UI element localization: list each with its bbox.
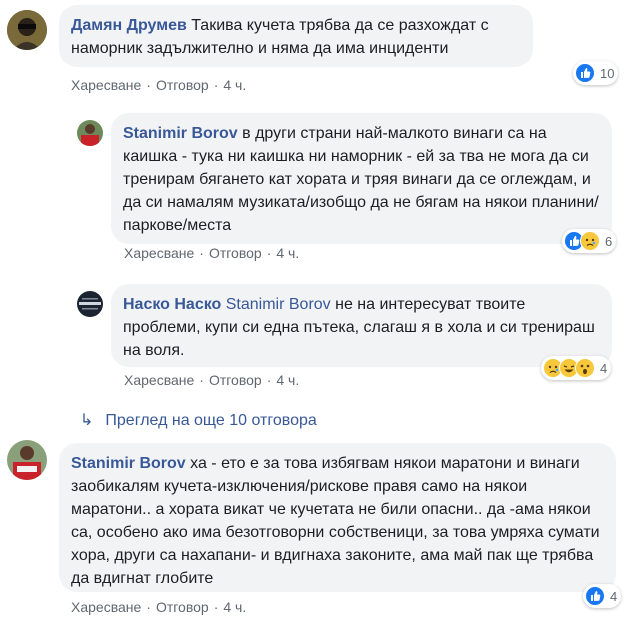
comment-bubble: Дамян Друмев Такива кучета трябва да се … — [59, 5, 533, 67]
like-link[interactable]: Харесване — [124, 245, 194, 261]
reaction-summary[interactable]: 10 — [573, 61, 619, 85]
comment-time[interactable]: 4 ч. — [223, 77, 246, 93]
reply-link[interactable]: Отговор — [156, 599, 209, 615]
reply-arrow-icon: ↳ — [80, 412, 94, 429]
avatar[interactable] — [7, 10, 47, 50]
wow-icon — [575, 358, 595, 378]
comment-author[interactable]: Дамян Друмев — [71, 17, 187, 34]
reply-bubble: Наско Наско Stanimir Borov не на интерес… — [111, 284, 612, 367]
reply-bubble: Stanimir Borov в други страни най-малкот… — [111, 113, 612, 244]
avatar[interactable] — [77, 291, 103, 317]
comment-time[interactable]: 4 ч. — [276, 372, 299, 388]
reaction-count: 4 — [610, 588, 618, 604]
reply-link[interactable]: Отговор — [156, 77, 209, 93]
comment-actions: Харесване · Отговор · 4 ч. — [124, 372, 300, 388]
reaction-summary[interactable]: 6 — [562, 229, 617, 253]
reaction-count: 6 — [605, 233, 613, 249]
sad-icon — [580, 231, 600, 251]
avatar[interactable] — [77, 120, 103, 146]
avatar-photo — [77, 291, 103, 317]
like-link[interactable]: Харесване — [124, 372, 194, 388]
comment-text: ха - ето е за това избягвам някои марато… — [71, 455, 600, 587]
avatar[interactable] — [7, 440, 47, 480]
avatar-photo — [77, 120, 103, 146]
reaction-count: 4 — [600, 360, 608, 376]
comment-bubble: Stanimir Borov ха - ето е за това избягв… — [59, 443, 616, 592]
comment-author[interactable]: Stanimir Borov — [123, 125, 238, 142]
comment-time[interactable]: 4 ч. — [276, 245, 299, 261]
comment-author[interactable]: Наско Наско — [123, 296, 221, 313]
comment-actions: Харесване · Отговор · 4 ч. — [71, 599, 247, 615]
like-link[interactable]: Харесване — [71, 599, 141, 615]
like-link[interactable]: Харесване — [71, 77, 141, 93]
comments-section: Дамян Друмев Такива кучета трябва да се … — [0, 0, 635, 619]
reaction-count: 10 — [600, 65, 615, 81]
like-icon — [575, 63, 595, 83]
view-more-replies-label: Преглед на още 10 отговора — [105, 412, 317, 429]
reaction-summary[interactable]: 4 — [583, 584, 622, 608]
comment-actions: Харесване · Отговор · 4 ч. — [71, 77, 247, 93]
comment-actions: Харесване · Отговор · 4 ч. — [124, 245, 300, 261]
avatar-photo — [7, 440, 47, 480]
avatar-photo — [7, 10, 47, 50]
reply-link[interactable]: Отговор — [209, 245, 262, 261]
like-icon — [585, 586, 605, 606]
comment-time[interactable]: 4 ч. — [223, 599, 246, 615]
view-more-replies-link[interactable]: ↳ Преглед на още 10 отговора — [80, 410, 317, 430]
comment-author[interactable]: Stanimir Borov — [71, 455, 186, 472]
reaction-summary[interactable]: 4 — [541, 356, 612, 380]
mention-link[interactable]: Stanimir Borov — [226, 296, 331, 313]
reply-link[interactable]: Отговор — [209, 372, 262, 388]
